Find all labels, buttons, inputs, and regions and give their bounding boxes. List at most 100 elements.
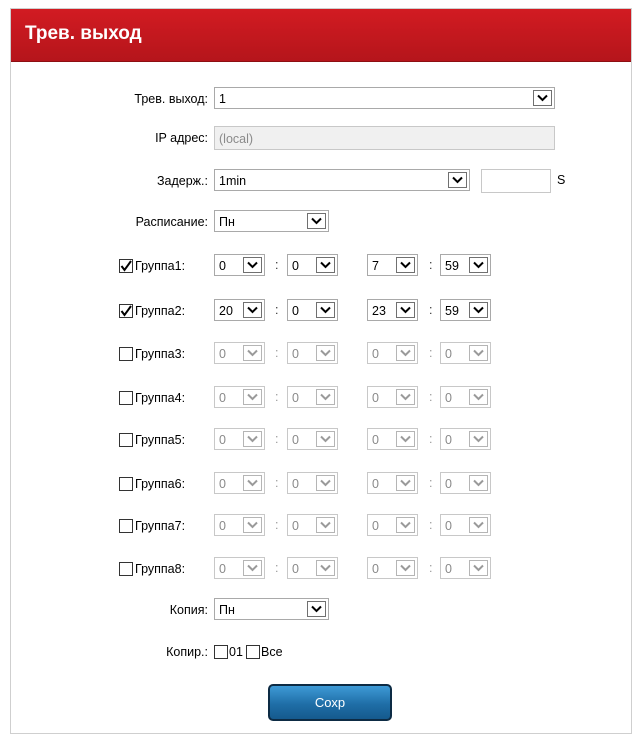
time-separator: :	[275, 432, 279, 446]
delay-seconds-input[interactable]	[481, 169, 551, 193]
end-minute-select[interactable]: 59	[440, 299, 491, 321]
end-hour-select[interactable]: 7	[367, 254, 418, 276]
group-label: Группа8:	[135, 562, 186, 576]
group-row: Группа8: 0 0 0 0::	[11, 557, 631, 581]
chevron-down-icon	[396, 560, 415, 576]
group-checkbox[interactable]	[119, 259, 133, 273]
start-hour-select[interactable]: 0	[214, 514, 265, 536]
start-minute-select[interactable]: 0	[287, 428, 338, 450]
group-label: Группа6:	[135, 477, 186, 491]
time-separator: :	[429, 561, 433, 575]
group-checkbox[interactable]	[119, 519, 133, 533]
copy-to-row: Копир.: 01 Все	[11, 640, 631, 664]
end-minute-select[interactable]: 0	[440, 514, 491, 536]
group-row: Группа1: 0 0 7 59::	[11, 254, 631, 278]
chevron-down-icon	[243, 431, 262, 447]
chevron-down-icon	[307, 213, 326, 229]
group-checkbox[interactable]	[119, 304, 133, 318]
copy-from-row: Копия: Пн	[11, 598, 631, 622]
alarm-output-row: Трев. выход: 1	[11, 87, 631, 111]
start-minute-select[interactable]: 0	[287, 299, 338, 321]
end-minute-select[interactable]: 59	[440, 254, 491, 276]
chevron-down-icon	[396, 345, 415, 361]
alarm-output-select[interactable]: 1	[214, 87, 555, 109]
group-row: Группа6: 0 0 0 0::	[11, 472, 631, 496]
end-minute-select[interactable]: 0	[440, 472, 491, 494]
chevron-down-icon	[469, 431, 488, 447]
chevron-down-icon	[316, 475, 335, 491]
time-separator: :	[275, 303, 279, 317]
chevron-down-icon	[469, 475, 488, 491]
chevron-down-icon	[243, 345, 262, 361]
time-separator: :	[429, 518, 433, 532]
end-minute-select[interactable]: 0	[440, 342, 491, 364]
chevron-down-icon	[469, 389, 488, 405]
schedule-label: Расписание:	[135, 215, 208, 229]
save-button[interactable]: Сохр	[268, 684, 392, 721]
copy-to-label: Копир.:	[166, 645, 208, 659]
page-title: Трев. выход	[25, 23, 142, 44]
end-hour-select[interactable]: 0	[367, 386, 418, 408]
group-label: Группа5:	[135, 433, 186, 447]
time-separator: :	[429, 390, 433, 404]
chevron-down-icon	[469, 257, 488, 273]
copy-01-checkbox[interactable]	[214, 645, 228, 659]
start-hour-select[interactable]: 0	[214, 254, 265, 276]
end-minute-select[interactable]: 0	[440, 557, 491, 579]
alarm-output-panel: Трев. выход Трев. выход: 1 IP адрес: (lo…	[10, 8, 632, 734]
copy-from-label: Копия:	[169, 603, 208, 617]
end-minute-select[interactable]: 0	[440, 386, 491, 408]
start-minute-select[interactable]: 0	[287, 254, 338, 276]
chevron-down-icon	[243, 517, 262, 533]
group-checkbox[interactable]	[119, 433, 133, 447]
schedule-row: Расписание: Пн	[11, 210, 631, 234]
copy-day-select[interactable]: Пн	[214, 598, 329, 620]
group-label: Группа1:	[135, 259, 186, 273]
chevron-down-icon	[396, 257, 415, 273]
time-separator: :	[429, 476, 433, 490]
start-hour-select[interactable]: 0	[214, 386, 265, 408]
group-label: Группа4:	[135, 391, 186, 405]
start-hour-select[interactable]: 0	[214, 557, 265, 579]
start-minute-select[interactable]: 0	[287, 472, 338, 494]
schedule-day-select[interactable]: Пн	[214, 210, 329, 232]
end-hour-select[interactable]: 0	[367, 472, 418, 494]
end-hour-select[interactable]: 23	[367, 299, 418, 321]
copy-all-label: Все	[261, 645, 283, 659]
chevron-down-icon	[243, 389, 262, 405]
group-checkbox[interactable]	[119, 391, 133, 405]
end-hour-select[interactable]: 0	[367, 557, 418, 579]
start-minute-select[interactable]: 0	[287, 342, 338, 364]
chevron-down-icon	[396, 431, 415, 447]
ip-address-field: (local)	[214, 126, 555, 150]
group-checkbox[interactable]	[119, 347, 133, 361]
end-hour-select[interactable]: 0	[367, 514, 418, 536]
ip-row: IP адрес: (local)	[11, 126, 631, 150]
copy-01-label: 01	[229, 645, 243, 659]
group-checkbox[interactable]	[119, 477, 133, 491]
chevron-down-icon	[316, 431, 335, 447]
start-minute-select[interactable]: 0	[287, 557, 338, 579]
start-hour-select[interactable]: 0	[214, 428, 265, 450]
end-hour-select[interactable]: 0	[367, 428, 418, 450]
delay-select[interactable]: 1min	[214, 169, 470, 191]
start-minute-select[interactable]: 0	[287, 514, 338, 536]
group-row: Группа7: 0 0 0 0::	[11, 514, 631, 538]
chevron-down-icon	[243, 475, 262, 491]
group-checkbox[interactable]	[119, 562, 133, 576]
start-hour-select[interactable]: 20	[214, 299, 265, 321]
group-label: Группа3:	[135, 347, 186, 361]
chevron-down-icon	[243, 560, 262, 576]
group-label: Группа2:	[135, 304, 186, 318]
copy-all-checkbox[interactable]	[246, 645, 260, 659]
start-hour-select[interactable]: 0	[214, 342, 265, 364]
group-row: Группа4: 0 0 0 0::	[11, 386, 631, 410]
delay-unit: S	[557, 173, 566, 187]
end-minute-select[interactable]: 0	[440, 428, 491, 450]
chevron-down-icon	[469, 345, 488, 361]
start-minute-select[interactable]: 0	[287, 386, 338, 408]
chevron-down-icon	[469, 302, 488, 318]
start-hour-select[interactable]: 0	[214, 472, 265, 494]
group-row: Группа3: 0 0 0 0::	[11, 342, 631, 366]
end-hour-select[interactable]: 0	[367, 342, 418, 364]
